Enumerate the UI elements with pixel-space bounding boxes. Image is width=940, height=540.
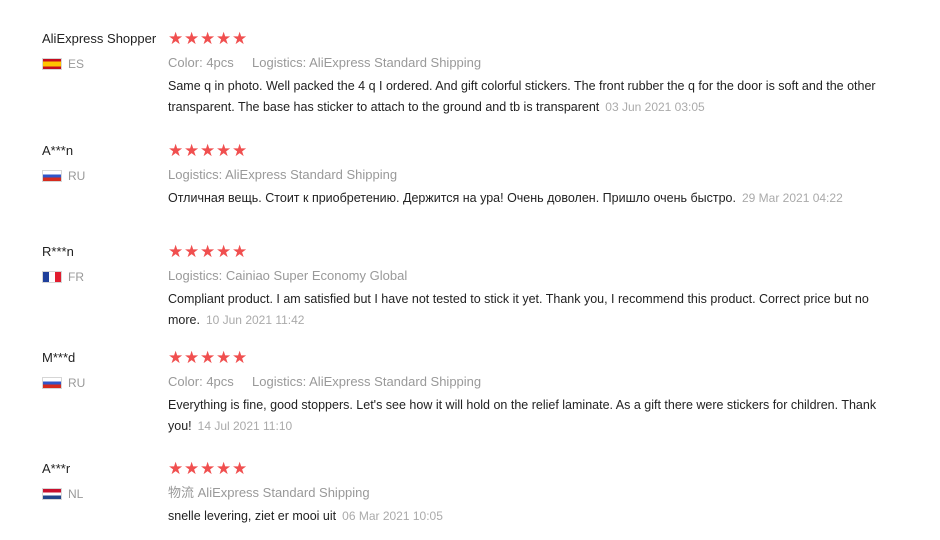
star-icon: ★ xyxy=(232,29,248,48)
star-icon: ★ xyxy=(200,242,216,261)
color-label: Color: xyxy=(168,55,203,70)
user-name[interactable]: A***r xyxy=(42,461,162,477)
review-content: ★ ★ ★ ★ ★ Color: 4pcs Logistics: AliExpr… xyxy=(168,29,888,118)
star-icon: ★ xyxy=(168,348,184,367)
user-name[interactable]: M***d xyxy=(42,350,162,366)
review-content: ★ ★ ★ ★ ★ Logistics: AliExpress Standard… xyxy=(168,141,888,209)
review-user: M***d RU xyxy=(42,350,162,391)
france-flag-icon xyxy=(42,271,62,283)
feedback-text: Same q in photo. Well packed the 4 q I o… xyxy=(168,76,886,118)
star-icon: ★ xyxy=(232,459,248,478)
russia-flag-icon xyxy=(42,377,62,389)
star-icon: ★ xyxy=(200,141,216,160)
star-icon: ★ xyxy=(200,459,216,478)
review-user: A***n RU xyxy=(42,143,162,184)
country-code: RU xyxy=(68,169,86,183)
country-info: FR xyxy=(42,269,162,285)
feedback-text: Compliant product. I am satisfied but I … xyxy=(168,289,886,331)
order-info: Logistics: AliExpress Standard Shipping xyxy=(168,167,888,183)
review-user: R***n FR xyxy=(42,244,162,285)
country-info: ES xyxy=(42,56,162,72)
star-icon: ★ xyxy=(184,459,200,478)
user-name[interactable]: AliExpress Shopper xyxy=(42,31,162,47)
feedback-list: AliExpress Shopper ES ★ ★ ★ ★ ★ Color: 4… xyxy=(0,0,940,540)
order-info: 物流 AliExpress Standard Shipping xyxy=(168,485,888,501)
logistics-value: Cainiao Super Economy Global xyxy=(225,268,408,283)
review-content: ★ ★ ★ ★ ★ 物流 AliExpress Standard Shippin… xyxy=(168,459,888,527)
star-icon: ★ xyxy=(216,348,232,367)
review-date: 29 Mar 2021 04:22 xyxy=(742,191,843,205)
user-name[interactable]: R***n xyxy=(42,244,162,260)
country-info: NL xyxy=(42,486,162,502)
user-name[interactable]: A***n xyxy=(42,143,162,159)
star-icon: ★ xyxy=(168,242,184,261)
order-info: Logistics: Cainiao Super Economy Global xyxy=(168,268,888,284)
star-icon: ★ xyxy=(216,141,232,160)
logistics-value: AliExpress Standard Shipping xyxy=(197,485,370,500)
star-icon: ★ xyxy=(216,459,232,478)
logistics-value: AliExpress Standard Shipping xyxy=(309,55,482,70)
review-date: 03 Jun 2021 03:05 xyxy=(605,100,705,114)
country-code: ES xyxy=(68,57,85,71)
star-icon: ★ xyxy=(232,242,248,261)
star-rating: ★ ★ ★ ★ ★ xyxy=(168,459,888,478)
review-content: ★ ★ ★ ★ ★ Logistics: Cainiao Super Econo… xyxy=(168,242,888,331)
country-code: RU xyxy=(68,376,86,390)
country-info: RU xyxy=(42,168,162,184)
star-icon: ★ xyxy=(184,29,200,48)
spain-flag-icon xyxy=(42,58,62,70)
feedback-text: Отличная вещь. Стоит к приобретению. Дер… xyxy=(168,188,886,209)
country-code: FR xyxy=(68,270,84,284)
order-info: Color: 4pcs Logistics: AliExpress Standa… xyxy=(168,374,888,390)
star-rating: ★ ★ ★ ★ ★ xyxy=(168,29,888,48)
feedback-body: snelle levering, ziet er mooi uit xyxy=(168,509,337,523)
logistics-label: Logistics: xyxy=(252,374,307,389)
star-icon: ★ xyxy=(232,348,248,367)
feedback-text: Everything is fine, good stoppers. Let's… xyxy=(168,395,886,437)
review-user: A***r NL xyxy=(42,461,162,502)
feedback-body: Отличная вещь. Стоит к приобретению. Дер… xyxy=(168,191,736,205)
review-content: ★ ★ ★ ★ ★ Color: 4pcs Logistics: AliExpr… xyxy=(168,348,888,437)
star-icon: ★ xyxy=(184,348,200,367)
star-rating: ★ ★ ★ ★ ★ xyxy=(168,242,888,261)
star-icon: ★ xyxy=(168,141,184,160)
star-icon: ★ xyxy=(216,242,232,261)
review-user: AliExpress Shopper ES xyxy=(42,31,162,72)
star-icon: ★ xyxy=(184,242,200,261)
star-icon: ★ xyxy=(168,29,184,48)
star-icon: ★ xyxy=(184,141,200,160)
review-date: 10 Jun 2021 11:42 xyxy=(205,313,305,327)
country-info: RU xyxy=(42,375,162,391)
star-icon: ★ xyxy=(200,348,216,367)
review-date: 14 Jul 2021 11:10 xyxy=(197,419,293,433)
color-label: Color: xyxy=(168,374,203,389)
order-info: Color: 4pcs Logistics: AliExpress Standa… xyxy=(168,55,888,71)
logistics-value: AliExpress Standard Shipping xyxy=(309,374,482,389)
feedback-text: snelle levering, ziet er mooi uit 06 Mar … xyxy=(168,506,886,527)
logistics-label: Logistics: xyxy=(168,268,223,283)
netherlands-flag-icon xyxy=(42,488,62,500)
russia-flag-icon xyxy=(42,170,62,182)
color-value: 4pcs xyxy=(206,55,234,70)
country-code: NL xyxy=(68,487,84,501)
feedback-body: Same q in photo. Well packed the 4 q I o… xyxy=(168,79,876,114)
logistics-label: Logistics: xyxy=(168,167,223,182)
review-date: 06 Mar 2021 10:05 xyxy=(342,509,443,523)
logistics-label: Logistics: xyxy=(252,55,307,70)
logistics-value: AliExpress Standard Shipping xyxy=(225,167,398,182)
star-icon: ★ xyxy=(168,459,184,478)
star-rating: ★ ★ ★ ★ ★ xyxy=(168,348,888,367)
star-icon: ★ xyxy=(232,141,248,160)
star-icon: ★ xyxy=(200,29,216,48)
logistics-label: 物流 xyxy=(168,485,195,500)
color-value: 4pcs xyxy=(206,374,234,389)
star-rating: ★ ★ ★ ★ ★ xyxy=(168,141,888,160)
star-icon: ★ xyxy=(216,29,232,48)
